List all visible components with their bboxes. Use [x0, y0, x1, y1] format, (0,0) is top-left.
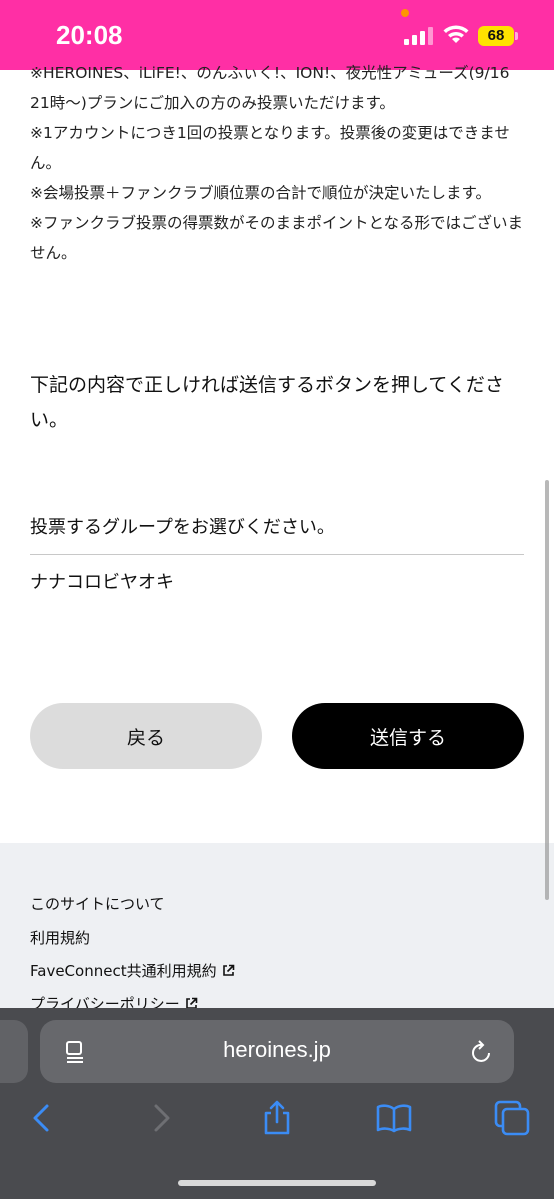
reload-icon[interactable] — [470, 1039, 494, 1065]
note-item: ※1アカウントにつき1回の投票となります。投票後の変更はできません。 — [30, 124, 510, 172]
wifi-icon — [443, 25, 469, 43]
tabs-icon[interactable] — [494, 1100, 530, 1136]
footer-link-faveconnect-terms[interactable]: FaveConnect共通利用規約 — [30, 960, 235, 981]
battery-tip — [515, 32, 518, 40]
page-scrollbar[interactable] — [545, 480, 549, 900]
status-time: 20:08 — [56, 20, 123, 50]
footer-link-label: このサイトについて — [30, 895, 165, 913]
url-text: heroines.jp — [223, 1037, 331, 1062]
footer-link-terms[interactable]: 利用規約 — [30, 927, 90, 948]
privacy-indicator-dot — [401, 9, 409, 17]
share-icon[interactable] — [259, 1100, 295, 1136]
battery-indicator: 68 — [478, 26, 514, 46]
selected-group-value: ナナコロビヤオキ — [30, 572, 174, 593]
site-footer: このサイトについて 利用規約 FaveConnect共通利用規約 プライバシーポ… — [0, 843, 554, 1023]
address-bar[interactable]: heroines.jp — [40, 1020, 514, 1083]
note-item: ※会場投票＋ファンクラブ順位票の合計で順位が決定いたします。 — [30, 184, 491, 202]
previous-tab-stub[interactable] — [0, 1020, 28, 1083]
footer-link-about[interactable]: このサイトについて — [30, 893, 165, 914]
notes-list: ※HEROINES、iLiFE!、のんふぃく!、ION!、夜光性アミューズ(9/… — [30, 58, 530, 268]
back-arrow-icon[interactable] — [24, 1100, 60, 1136]
back-button[interactable]: 戻る — [30, 703, 262, 769]
bookmarks-icon[interactable] — [376, 1100, 412, 1136]
note-item: ※ファンクラブ投票の得票数がそのままポイントとなる形ではございません。 — [30, 214, 524, 262]
confirm-instruction: 下記の内容で正しければ送信するボタンを押してください。 — [30, 374, 504, 431]
field-divider — [30, 554, 524, 555]
submit-button[interactable]: 送信する — [292, 703, 524, 769]
note-item: ※HEROINES、iLiFE!、のんふぃく!、ION!、夜光性アミューズ(9/… — [30, 64, 510, 112]
footer-link-label: 利用規約 — [30, 929, 91, 947]
home-indicator — [178, 1180, 376, 1186]
cellular-signal-icon — [404, 27, 434, 45]
group-field-label: 投票するグループをお選びください。 — [30, 517, 335, 538]
footer-link-label: FaveConnect共通利用規約 — [30, 962, 217, 980]
external-link-icon — [222, 964, 234, 976]
notes-section: ※HEROINES、iLiFE!、のんふぃく!、ION!、夜光性アミューズ(9/… — [30, 58, 530, 268]
forward-arrow-icon[interactable] — [143, 1100, 179, 1136]
